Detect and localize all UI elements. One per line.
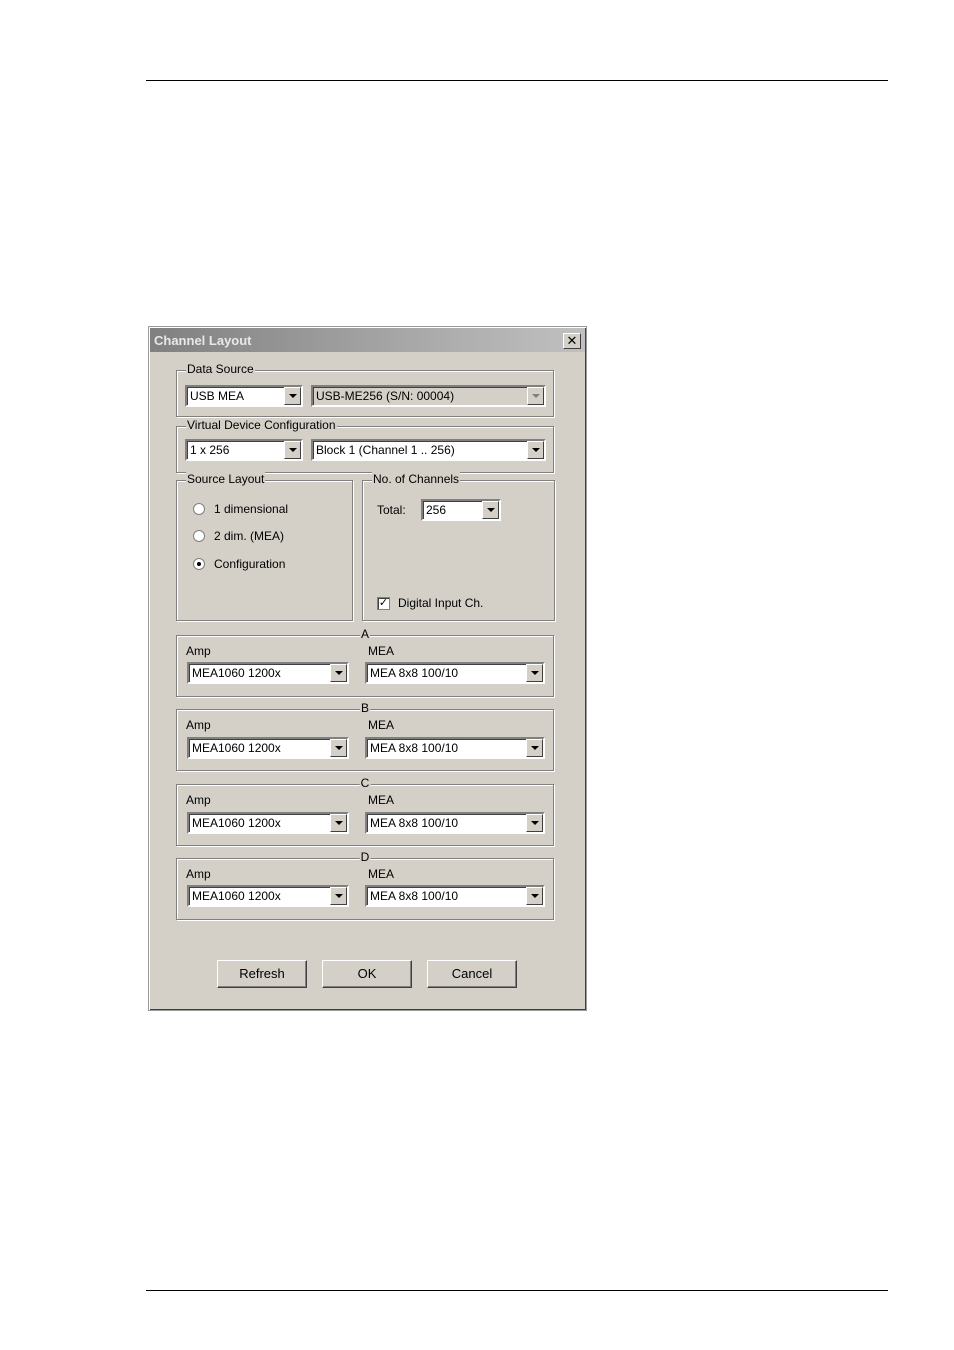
mea-d-label: MEA — [368, 867, 395, 881]
virtual-device-block-select[interactable]: Block 1 (Channel 1 .. 256) — [311, 439, 546, 461]
virtual-device-legend: Virtual Device Configuration — [186, 418, 337, 433]
digital-input-checkbox[interactable]: ✓ — [377, 597, 390, 610]
mea-b-select[interactable]: MEA 8x8 100/10 — [365, 737, 545, 759]
mea-a-label: MEA — [368, 644, 395, 658]
source-layout-legend: Source Layout — [186, 472, 266, 487]
radio-configuration-label[interactable]: Configuration — [214, 557, 285, 571]
chevron-down-icon[interactable] — [526, 814, 543, 832]
chevron-down-icon[interactable] — [330, 814, 347, 832]
digital-input-label[interactable]: Digital Input Ch. — [398, 596, 483, 610]
virtual-device-config-value: 1 x 256 — [190, 443, 230, 457]
virtual-device-config-select[interactable]: 1 x 256 — [185, 439, 303, 461]
cancel-button[interactable]: Cancel — [427, 960, 517, 988]
mea-a-select[interactable]: MEA 8x8 100/10 — [365, 662, 545, 684]
mea-a-value: MEA 8x8 100/10 — [370, 666, 459, 680]
amp-a-select[interactable]: MEA1060 1200x — [187, 662, 349, 684]
chevron-down-icon[interactable] — [526, 887, 543, 905]
mea-c-select[interactable]: MEA 8x8 100/10 — [365, 812, 545, 834]
amp-c-select[interactable]: MEA1060 1200x — [187, 812, 349, 834]
data-source-device-value: USB-ME256 (S/N: 00004) — [316, 389, 455, 403]
amp-b-label: Amp — [186, 718, 211, 732]
amp-section-d-legend: D — [359, 850, 371, 865]
mea-b-label: MEA — [368, 718, 395, 732]
chevron-down-icon[interactable] — [526, 664, 543, 682]
data-source-type-value: USB MEA — [190, 389, 245, 403]
dialog-titlebar[interactable]: Channel Layout ✕ — [150, 328, 585, 352]
chevron-down-icon[interactable] — [482, 501, 499, 519]
amp-a-label: Amp — [186, 644, 211, 658]
amp-c-label: Amp — [186, 793, 211, 807]
chevron-down-icon[interactable] — [330, 739, 347, 757]
channels-legend: No. of Channels — [372, 472, 461, 487]
ok-button[interactable]: OK — [322, 960, 412, 988]
data-source-legend: Data Source — [186, 362, 255, 377]
page-footer-rule — [146, 1290, 888, 1291]
data-source-device-select: USB-ME256 (S/N: 00004) — [311, 385, 546, 407]
chevron-down-icon[interactable] — [527, 441, 544, 459]
amp-a-value: MEA1060 1200x — [192, 666, 281, 680]
refresh-button[interactable]: Refresh — [217, 960, 307, 988]
total-label: Total: — [377, 503, 406, 517]
amp-section-a-legend: A — [359, 627, 371, 642]
dialog-title: Channel Layout — [154, 333, 252, 348]
chevron-down-icon[interactable] — [526, 739, 543, 757]
mea-d-value: MEA 8x8 100/10 — [370, 889, 459, 903]
chevron-down-icon[interactable] — [330, 664, 347, 682]
amp-b-value: MEA1060 1200x — [192, 741, 281, 755]
amp-b-select[interactable]: MEA1060 1200x — [187, 737, 349, 759]
amp-d-label: Amp — [186, 867, 211, 881]
amp-d-value: MEA1060 1200x — [192, 889, 281, 903]
mea-c-value: MEA 8x8 100/10 — [370, 816, 459, 830]
chevron-down-icon — [527, 387, 544, 405]
chevron-down-icon[interactable] — [330, 887, 347, 905]
chevron-down-icon[interactable] — [284, 387, 301, 405]
channel-layout-dialog: Channel Layout ✕ Data Source USB MEA USB… — [148, 326, 587, 1011]
total-channels-select[interactable]: 256 — [421, 499, 501, 521]
amp-d-select[interactable]: MEA1060 1200x — [187, 885, 349, 907]
total-channels-value: 256 — [426, 503, 447, 517]
mea-b-value: MEA 8x8 100/10 — [370, 741, 459, 755]
amp-c-value: MEA1060 1200x — [192, 816, 281, 830]
radio-1-dimensional[interactable] — [193, 503, 205, 515]
mea-c-label: MEA — [368, 793, 395, 807]
data-source-type-select[interactable]: USB MEA — [185, 385, 303, 407]
mea-d-select[interactable]: MEA 8x8 100/10 — [365, 885, 545, 907]
radio-configuration[interactable] — [193, 558, 205, 570]
radio-2-dim-mea[interactable] — [193, 530, 205, 542]
radio-2-dim-mea-label[interactable]: 2 dim. (MEA) — [214, 529, 284, 543]
amp-section-b-legend: B — [359, 701, 371, 716]
chevron-down-icon[interactable] — [284, 441, 301, 459]
virtual-device-block-value: Block 1 (Channel 1 .. 256) — [316, 443, 455, 457]
page-header-rule — [146, 80, 888, 81]
close-icon[interactable]: ✕ — [563, 333, 581, 349]
radio-1-dimensional-label[interactable]: 1 dimensional — [214, 502, 288, 516]
amp-section-c-legend: C — [359, 776, 371, 791]
